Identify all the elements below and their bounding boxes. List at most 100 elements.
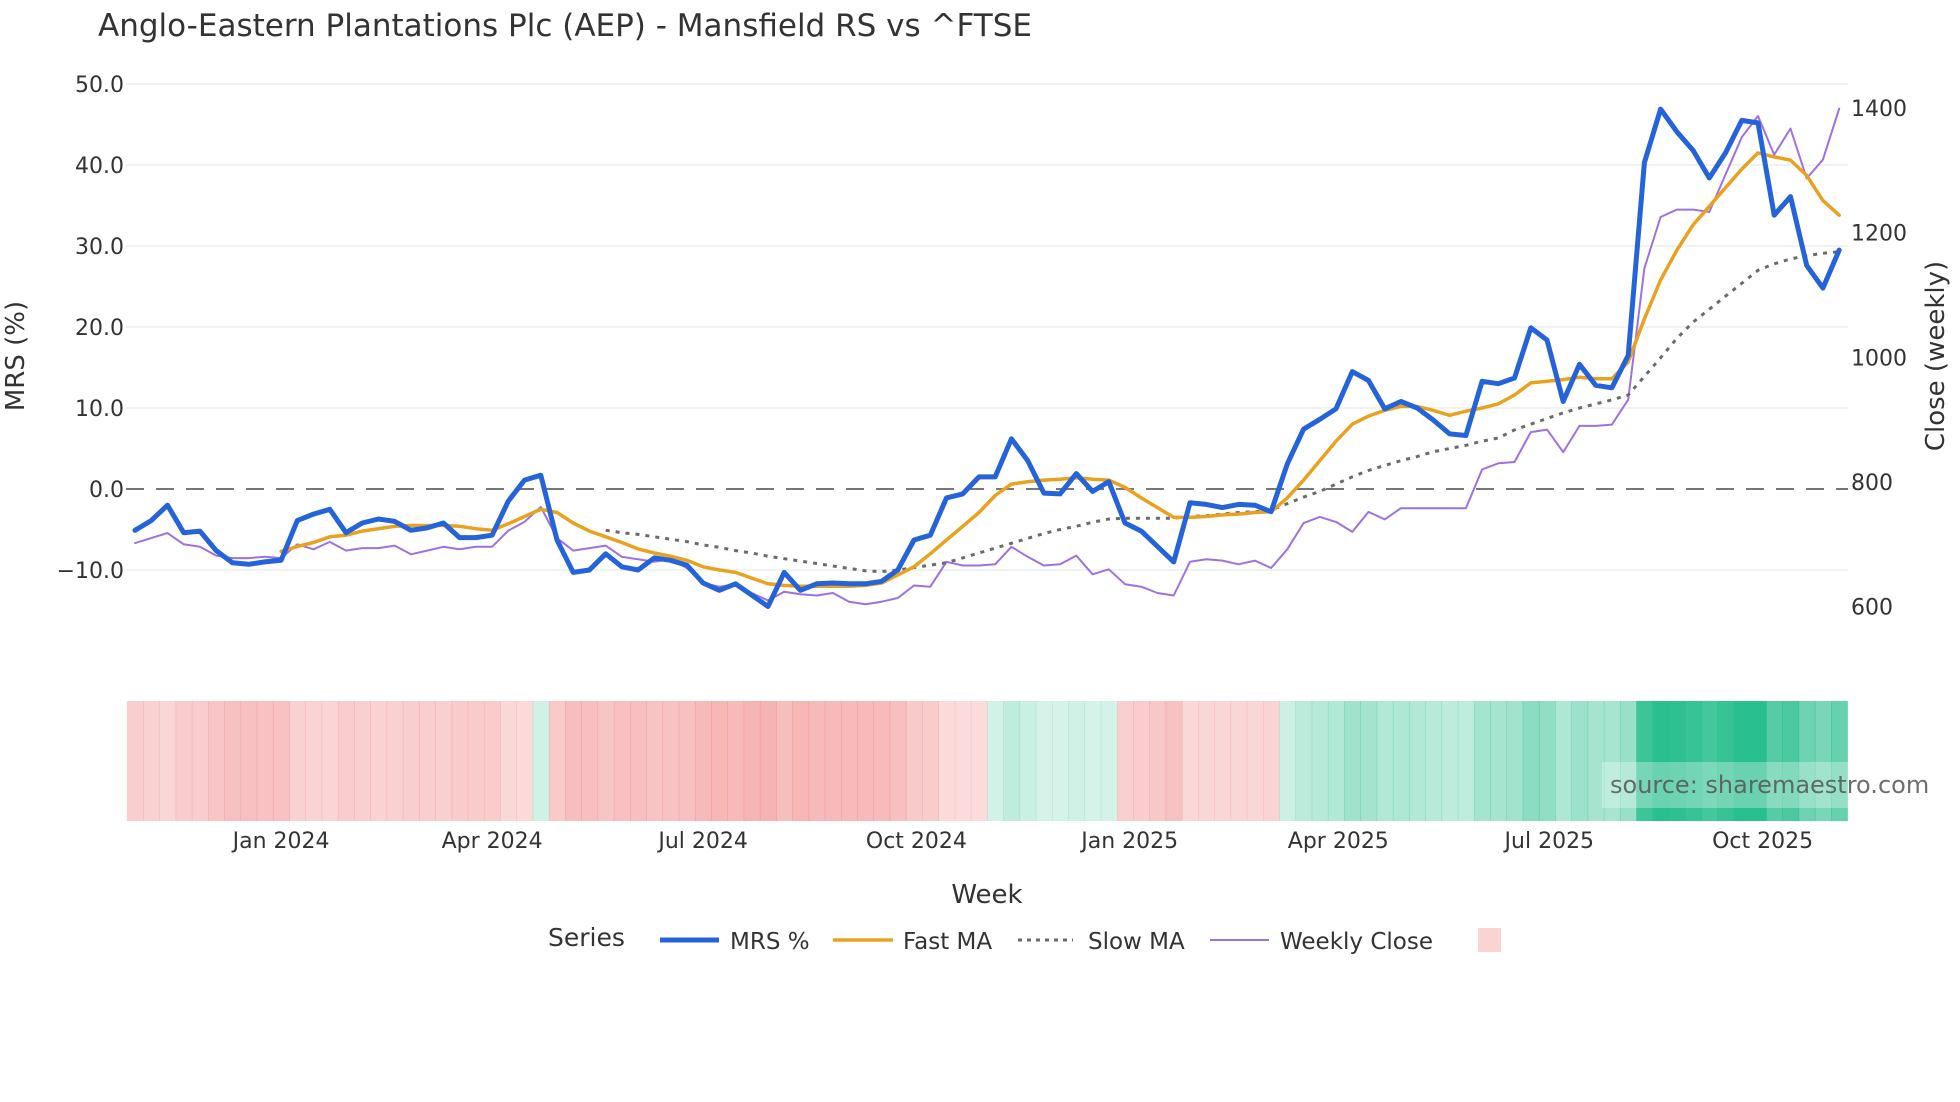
heatmap-cell — [419, 701, 436, 821]
heatmap-cell — [1409, 701, 1426, 821]
legend-label-weekly-close: Weekly Close — [1280, 929, 1433, 955]
heatmap-cell — [678, 701, 696, 821]
heatmap-cell — [1441, 701, 1459, 821]
heatmap-cell — [1587, 701, 1605, 821]
heatmap-cell — [727, 701, 745, 821]
heatmap-cell — [1295, 701, 1313, 821]
y-axis-title: MRS (%) — [1, 301, 31, 411]
heatmap-cell — [613, 701, 631, 821]
heatmap-cell — [1133, 701, 1150, 821]
heatmap-cell — [159, 701, 177, 821]
heatmap-cell — [224, 701, 242, 821]
heatmap-cell — [922, 701, 939, 821]
y-tick-label: 30.0 — [75, 235, 124, 260]
legend-item-slow-ma[interactable]: Slow MA — [1018, 929, 1185, 955]
heatmap-cell — [143, 701, 160, 821]
heatmap-cell — [386, 701, 404, 821]
heatmap-cell — [467, 701, 485, 821]
heatmap-cell — [873, 701, 891, 821]
x-tick-label: Jan 2025 — [1079, 829, 1178, 854]
heatmap-cell — [1490, 701, 1508, 821]
heatmap-cell — [1230, 701, 1248, 821]
y2-tick-label: 1400 — [1851, 97, 1907, 122]
y2-tick-label: 1000 — [1851, 346, 1907, 371]
heatmap-cell — [1052, 701, 1069, 821]
y-tick-label: 40.0 — [75, 154, 124, 179]
heatmap-cell — [597, 701, 615, 821]
heatmap-cell — [1571, 701, 1589, 821]
heatmap-strip — [126, 701, 1848, 821]
heatmap-cell — [1457, 701, 1475, 821]
legend-item-heatmap[interactable] — [1478, 928, 1501, 952]
heatmap-cell — [1019, 701, 1037, 821]
heatmap-cell — [938, 701, 956, 821]
source-text: source: sharemaestro.com — [1610, 771, 1929, 799]
y2-tick-label: 1200 — [1851, 222, 1907, 247]
x-tick-label: Apr 2025 — [1288, 829, 1389, 854]
heatmap-cell — [1344, 701, 1361, 821]
heatmap-cell — [402, 701, 420, 821]
y2-tick-label: 800 — [1851, 471, 1893, 496]
heatmap-cell — [987, 701, 1004, 821]
y-tick-label: −10.0 — [57, 559, 124, 584]
heatmap-cell — [954, 701, 972, 821]
legend-swatch-heatmap — [1478, 928, 1501, 952]
heatmap-cell — [743, 701, 761, 821]
heatmap-cell — [1262, 701, 1280, 821]
legend-item-fast-ma[interactable]: Fast MA — [833, 929, 992, 955]
y2-tick-label: 600 — [1851, 596, 1893, 621]
x-tick-label: Jul 2025 — [1503, 829, 1595, 854]
heatmap-cell — [532, 701, 550, 821]
heatmap-cell — [1214, 701, 1232, 821]
heatmap-cell — [1360, 701, 1378, 821]
heatmap-cell — [759, 701, 777, 821]
heatmap-cell — [1035, 701, 1053, 821]
series-line-close — [134, 107, 1841, 606]
legend-label-mrs: MRS % — [730, 929, 810, 955]
heatmap-cell — [1149, 701, 1167, 821]
y-tick-label: 10.0 — [75, 397, 124, 422]
heatmap-cell — [240, 701, 258, 821]
heatmap-cell — [1425, 701, 1443, 821]
heatmap-cell — [1165, 701, 1183, 821]
legend-label-fast-ma: Fast MA — [903, 929, 992, 955]
heatmap-cell — [776, 701, 793, 821]
heatmap-cell — [1246, 701, 1264, 821]
heatmap-cell — [711, 701, 728, 821]
heatmap-cell — [305, 701, 323, 821]
y2-axis-title: Close (weekly) — [1921, 261, 1951, 451]
x-tick-label: Jul 2024 — [656, 829, 748, 854]
heatmap-cell — [581, 701, 599, 821]
heatmap-cell — [516, 701, 534, 821]
series-line-fast — [279, 151, 1841, 588]
heatmap-cell — [662, 701, 680, 821]
heatmap-cell — [1198, 701, 1215, 821]
y-tick-label: 0.0 — [89, 478, 124, 503]
heatmap-cell — [1100, 701, 1118, 821]
x-tick-label: Apr 2024 — [442, 829, 543, 854]
x-axis-title: Week — [951, 880, 1022, 910]
legend-item-weekly-close[interactable]: Weekly Close — [1210, 929, 1433, 955]
legend-item-mrs[interactable]: MRS % — [660, 929, 810, 955]
gridlines — [126, 83, 1848, 571]
heatmap-cell — [841, 701, 858, 821]
heatmap-cell — [208, 701, 225, 821]
heatmap-cell — [1522, 701, 1540, 821]
heatmap-cell — [1116, 701, 1134, 821]
heatmap-cell — [1376, 701, 1394, 821]
heatmap-cell — [272, 701, 290, 821]
heatmap-cell — [1473, 701, 1491, 821]
chart: 50.0 40.0 30.0 20.0 10.0 0.0 −10.0 1400 1200 1000… — [1, 73, 1951, 955]
heatmap-cell — [354, 701, 371, 821]
y-tick-label: 20.0 — [75, 316, 124, 341]
heatmap-cell — [289, 701, 307, 821]
heatmap-cell — [321, 701, 339, 821]
heatmap-cell — [694, 701, 712, 821]
heatmap-cell — [451, 701, 469, 821]
heatmap-cell — [1555, 701, 1572, 821]
legend-title: Series — [548, 923, 625, 952]
heatmap-cell — [256, 701, 274, 821]
x-tick-label: Jan 2024 — [231, 829, 330, 854]
heatmap-cell — [435, 701, 453, 821]
heatmap-cell — [1181, 701, 1199, 821]
